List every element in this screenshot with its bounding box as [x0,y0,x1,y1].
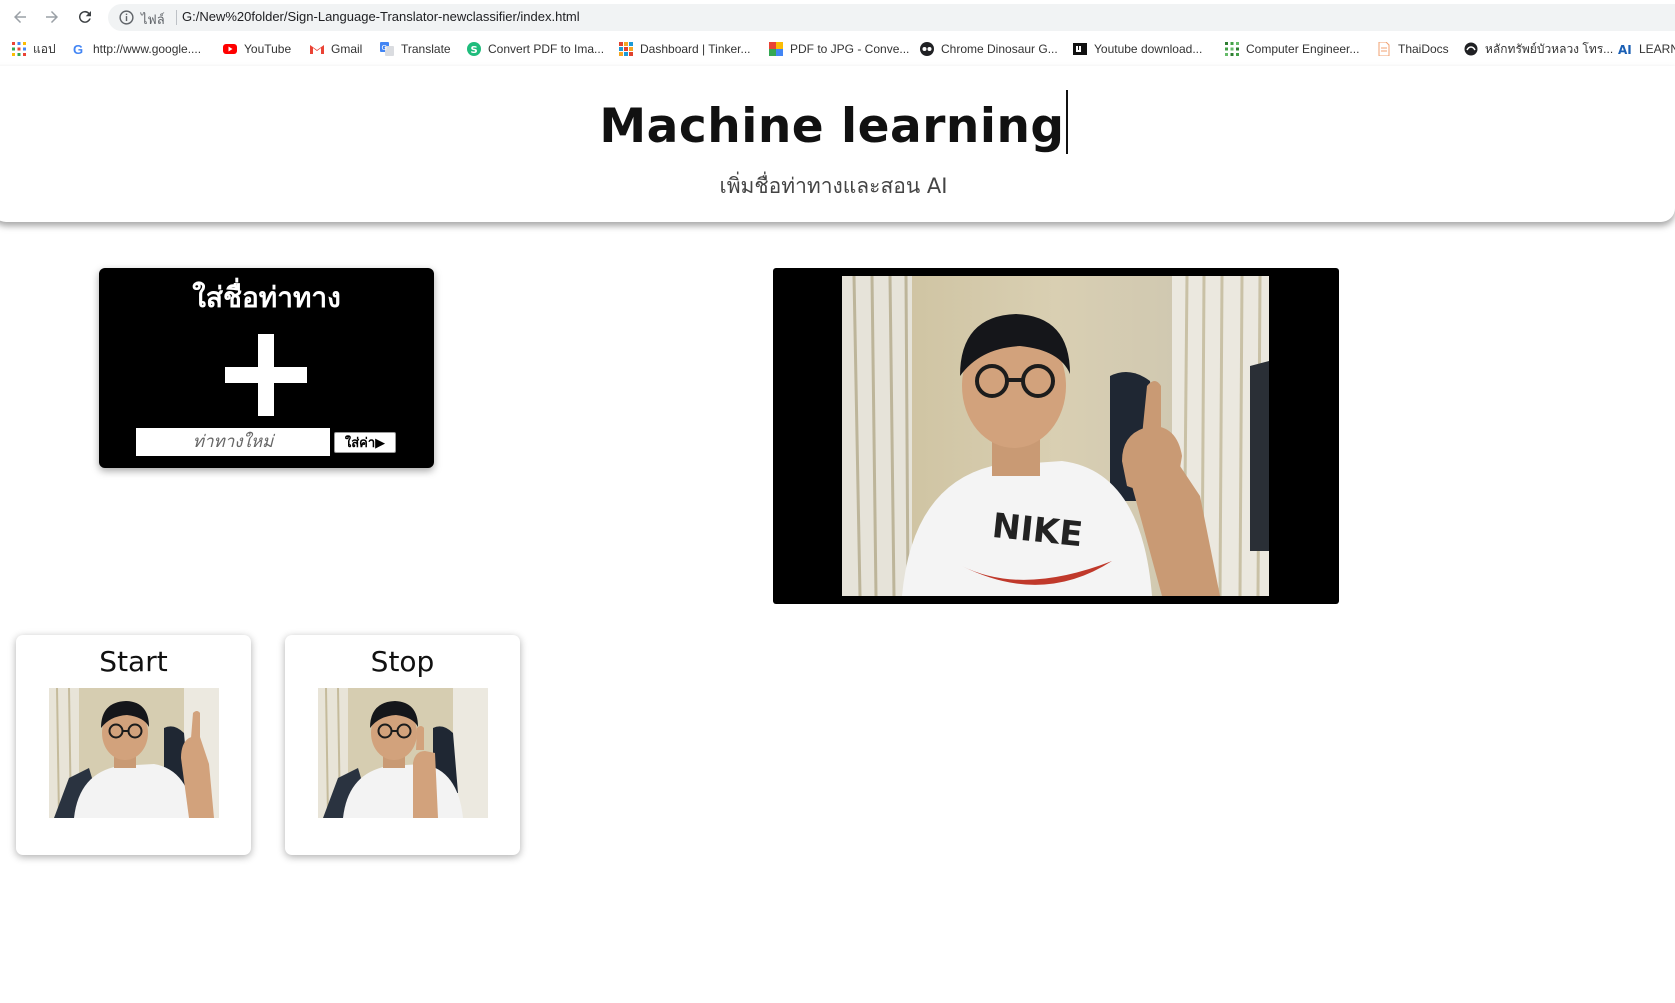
bookmark-thaidocs[interactable]: ThaiDocs [1377,40,1449,58]
computer-engineer-icon [1225,42,1239,56]
forward-button[interactable] [42,7,62,27]
class-thumbnail [318,688,488,818]
bookmark-google[interactable]: G http://www.google.... [72,40,201,58]
bookmark-computer-engineer[interactable]: Computer Engineer... [1225,40,1359,58]
bookmark-label: Gmail [331,42,363,56]
browser-chrome: ไฟล์ G:/New%20folder/Sign-Language-Trans… [0,0,1675,67]
webcam-image: NIKE [842,276,1269,596]
page-subtitle: เพิ่มชื่อท่าทางและสอน AI [719,174,948,198]
gmail-icon [310,42,324,56]
bookmark-bualuang[interactable]: หลักทรัพย์บัวหลวง โทร... [1464,40,1613,58]
url-text[interactable]: G:/New%20folder/Sign-Language-Translator… [182,9,580,24]
bookmark-label: PDF to JPG - Conve... [790,42,910,56]
plus-icon-bar [258,334,274,416]
bookmark-tinkercad[interactable]: Dashboard | Tinker... [619,40,751,58]
bookmark-dinosaur[interactable]: Chrome Dinosaur G... [920,40,1058,58]
bookmark-translate[interactable]: G Translate [380,40,451,58]
bualuang-icon [1464,42,1478,56]
add-class-button[interactable]: ใส่ค่า▶ [334,432,396,453]
thaidocs-icon [1377,42,1391,56]
scheme-label: ไฟล์ [141,13,165,28]
plus-icon[interactable] [225,334,307,416]
ai-learn-icon: AI [1618,42,1632,56]
bookmark-label: Dashboard | Tinker... [640,42,751,56]
bookmark-label: แอป [33,41,56,56]
omnibox-divider [176,10,177,25]
youtube-download-icon [1073,42,1087,56]
bookmark-label: YouTube [244,42,292,56]
back-button[interactable] [10,7,30,27]
bookmark-youtube[interactable]: YouTube [223,40,291,58]
bookmark-label: Youtube download... [1094,42,1203,56]
webcam-panel: NIKE [773,268,1339,604]
svg-text:AI: AI [1618,43,1632,56]
page-header: Machine learning เพิ่มชื่อท่าทางและสอน A… [0,66,1675,222]
svg-text:S: S [471,45,478,56]
pdf-jpg-icon [769,42,783,56]
svg-text:G: G [73,42,83,56]
arrow-left-icon [14,11,26,23]
svg-text:G: G [382,44,387,52]
tinkercad-icon [619,42,633,56]
bookmark-youtube-download[interactable]: Youtube download... [1073,40,1202,58]
apps-grid-icon [12,42,26,56]
text-cursor [1065,90,1068,154]
class-label: Stop [370,645,435,678]
info-icon[interactable] [118,9,135,26]
bookmark-gmail[interactable]: Gmail [310,40,362,58]
google-icon: G [72,42,86,56]
class-thumbnail [49,688,219,818]
sample-image [318,688,488,818]
bookmark-label: Convert PDF to Ima... [488,42,605,56]
add-class-card: ใส่ชื่อท่าทาง ใส่ค่า▶ [99,268,434,468]
page-title-text: Machine learning [599,99,1065,154]
bookmark-learn[interactable]: AI LEARN [1618,40,1675,58]
bookmark-label: Computer Engineer... [1246,42,1360,56]
bookmark-label: Translate [401,42,451,56]
arrow-right-icon [46,11,58,23]
bookmark-convert-pdf[interactable]: S Convert PDF to Ima... [467,40,604,58]
bookmark-apps[interactable]: แอป [12,40,56,58]
bookmarks-bar: แอป G http://www.google.... YouTube Gmai… [0,36,1675,63]
reload-button[interactable] [75,7,95,27]
class-label: Start [99,645,168,678]
bookmark-label: http://www.google.... [93,42,202,56]
translate-icon: G [380,42,394,56]
class-card-start[interactable]: Start [16,635,251,855]
youtube-icon [223,42,237,56]
bookmark-pdf-to-jpg[interactable]: PDF to JPG - Conve... [769,40,909,58]
add-class-title: ใส่ชื่อท่าทาง [192,281,341,314]
class-name-input[interactable] [136,428,330,456]
pdf-convert-icon: S [467,42,481,56]
bookmark-label: LEARN [1639,42,1675,56]
dinosaur-game-icon [920,42,934,56]
page-title: Machine learning [0,90,1675,154]
bookmark-label: ThaiDocs [1398,42,1449,56]
reload-icon [78,10,91,23]
bookmark-label: หลักทรัพย์บัวหลวง โทร... [1485,41,1614,56]
webcam-feed: NIKE [842,276,1269,596]
address-bar[interactable]: ไฟล์ G:/New%20folder/Sign-Language-Trans… [108,4,1675,31]
bookmark-label: Chrome Dinosaur G... [941,42,1058,56]
browser-toolbar: ไฟล์ G:/New%20folder/Sign-Language-Trans… [0,0,1675,34]
class-card-stop[interactable]: Stop [285,635,520,855]
sample-image [49,688,219,818]
